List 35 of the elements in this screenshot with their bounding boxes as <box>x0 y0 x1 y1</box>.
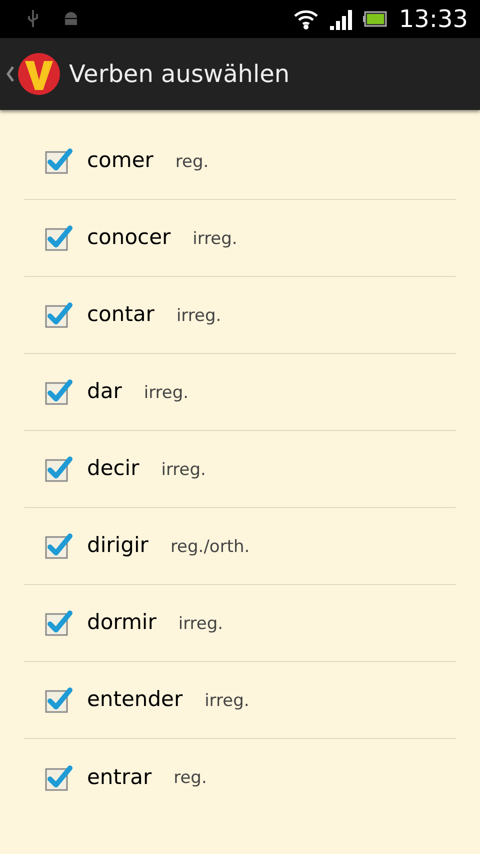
verb-name: dirigir <box>87 532 148 560</box>
verb-type: irreg. <box>204 690 250 713</box>
verb-type: irreg. <box>176 304 222 328</box>
verb-type: reg. <box>175 150 209 174</box>
verb-type: irreg. <box>192 228 238 251</box>
usb-icon <box>26 9 40 29</box>
verb-type: reg./orth. <box>170 536 250 559</box>
verb-row[interactable]: entrar reg. <box>24 739 456 816</box>
screen-title: Verben auswählen <box>69 59 290 90</box>
back-icon <box>5 65 15 83</box>
verb-name: dormir <box>87 609 156 636</box>
verb-type: irreg. <box>144 382 189 405</box>
verb-row[interactable]: conocer irreg. <box>24 200 456 277</box>
verb-row[interactable]: dirigir reg./orth. <box>24 508 456 585</box>
verb-type: irreg. <box>178 612 224 636</box>
verb-row[interactable]: comer reg. <box>24 123 456 200</box>
verb-name: dar <box>87 378 122 406</box>
verb-row[interactable]: contar irreg. <box>24 277 456 354</box>
verb-name: decir <box>87 455 140 482</box>
verb-name: entrar <box>87 764 152 791</box>
verb-row[interactable]: decir irreg. <box>24 431 456 508</box>
app-logo <box>17 52 61 96</box>
verb-name: entender <box>87 686 183 714</box>
signal-icon <box>328 8 353 30</box>
verb-name: contar <box>87 301 154 328</box>
verb-row[interactable]: dormir irreg. <box>24 585 456 662</box>
verb-row[interactable]: dar irreg. <box>24 354 456 431</box>
verb-type: irreg. <box>161 458 206 482</box>
status-time: 13:33 <box>398 7 468 31</box>
battery-icon <box>362 11 387 27</box>
verb-name: comer <box>87 147 154 174</box>
verb-row[interactable]: entender irreg. <box>24 662 456 739</box>
verb-type: reg. <box>174 767 207 790</box>
verb-name: conocer <box>87 224 171 252</box>
wifi-icon <box>292 8 319 30</box>
